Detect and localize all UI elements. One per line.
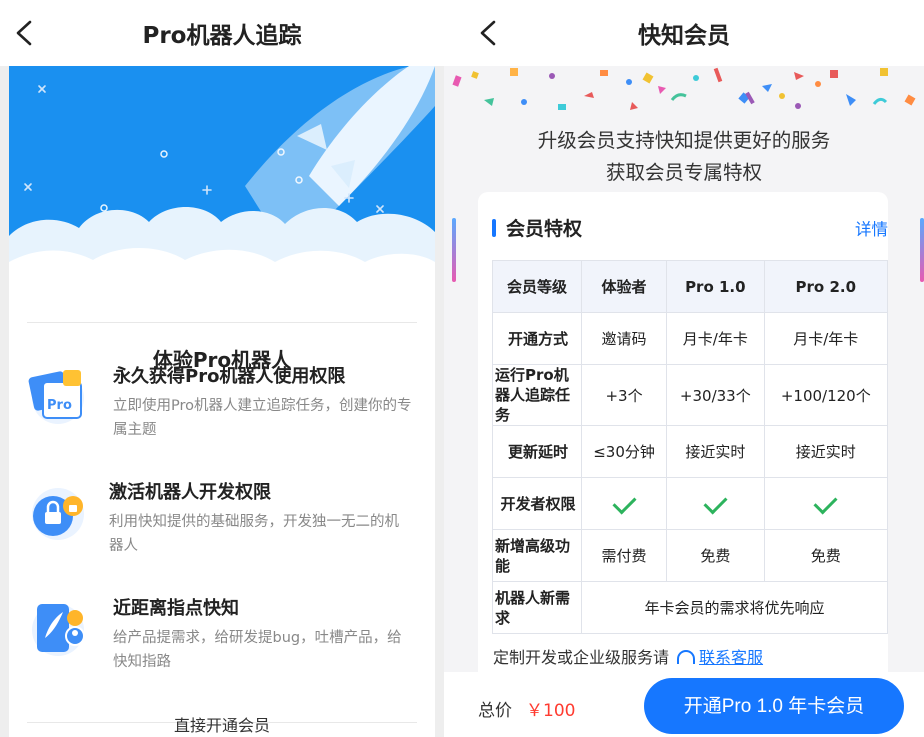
- table-header-cell: Pro 1.0: [666, 260, 765, 313]
- feature-feedback[interactable]: 近距离指点快知 给产品提需求，给研发提bug，吐槽产品，给快知指路: [25, 594, 425, 694]
- total-label: 总价: [478, 701, 512, 721]
- table-row: 机器人新需求 年卡会员的需求将优先响应: [492, 581, 888, 634]
- contact-support-link[interactable]: 联系客服: [699, 648, 763, 667]
- rocket-hero-illustration: [9, 66, 435, 286]
- section-accent-bar: [492, 219, 496, 237]
- table-header-cell: 体验者: [580, 260, 668, 313]
- custom-service-text: 定制开发或企业级服务请: [493, 648, 670, 667]
- table-cell-merged: 年卡会员的需求将优先响应: [581, 581, 888, 634]
- table-header-cell: 会员等级: [492, 260, 582, 313]
- table-cell: ≤30分钟: [580, 425, 668, 478]
- feature-title: 激活机器人开发权限: [109, 482, 271, 503]
- table-row: 更新延时 ≤30分钟 接近实时 接近实时: [492, 425, 889, 478]
- left-navbar: Pro机器人追踪: [0, 0, 444, 66]
- table-row: 运行Pro机器人追踪任务 +3个 +30/33个 +100/120个: [492, 364, 889, 426]
- divider: [27, 322, 417, 323]
- custom-service-line: 定制开发或企业级服务请 联系客服: [493, 644, 763, 668]
- promo-subtitle: 获取会员专属特权: [605, 161, 762, 184]
- table-header-row: 会员等级 体验者 Pro 1.0 Pro 2.0: [492, 260, 889, 313]
- left-screen: Pro机器人追踪 体验Pro机器人 Pro 永久获得Pro机器人使用权限 立即使…: [0, 0, 444, 737]
- check-icon: [703, 489, 728, 515]
- table-cell: +30/33个: [666, 364, 765, 426]
- page-title: 快知会员: [638, 23, 730, 49]
- table-row: 开通方式 邀请码 月卡/年卡 月卡/年卡: [492, 312, 889, 365]
- lock-thumb-icon: [32, 488, 84, 540]
- open-membership-link[interactable]: 直接开通会员: [9, 712, 435, 736]
- right-navbar: 快知会员: [444, 0, 924, 66]
- confetti-decoration: [452, 67, 916, 110]
- row-label: 开发者权限: [492, 477, 582, 530]
- feature-permanent-access[interactable]: Pro 永久获得Pro机器人使用权限 立即使用Pro机器人建立追踪任务，创建你的…: [25, 362, 425, 462]
- check-icon: [612, 489, 637, 515]
- feature-desc: 立即使用Pro机器人建立追踪任务，创建你的专属主题: [113, 398, 412, 438]
- checkout-bar: 总价 ￥100 开通Pro 1.0 年卡会员: [444, 672, 924, 737]
- table-cell: 月卡/年卡: [666, 312, 765, 365]
- table-row: 开发者权限: [492, 477, 889, 530]
- table-cell: +100/120个: [763, 364, 889, 426]
- detail-link[interactable]: 详情: [855, 216, 888, 240]
- phone-feather-icon: [32, 604, 85, 656]
- table-cell: [666, 477, 765, 530]
- carousel-edge-left: [452, 218, 456, 282]
- table-cell: 邀请码: [580, 312, 668, 365]
- table-cell: [763, 477, 889, 530]
- table-cell: +3个: [580, 364, 668, 426]
- table-header-cell: Pro 2.0: [763, 260, 889, 313]
- feature-desc: 给产品提需求，给研发提bug，吐槽产品，给快知指路: [113, 630, 402, 670]
- row-label: 开通方式: [492, 312, 582, 365]
- page-title: Pro机器人追踪: [142, 23, 302, 49]
- svg-text:Pro: Pro: [47, 398, 72, 413]
- check-icon: [813, 489, 838, 515]
- table-cell: 月卡/年卡: [763, 312, 889, 365]
- feature-desc: 利用快知提供的基础服务，开发独一无二的机器人: [109, 514, 399, 554]
- table-cell: 免费: [763, 529, 889, 582]
- privileges-table: 会员等级 体验者 Pro 1.0 Pro 2.0 开通方式 邀请码 月卡/年卡 …: [492, 260, 889, 634]
- table-cell: 需付费: [580, 529, 668, 582]
- table-cell: [580, 477, 668, 530]
- pro-document-icon: Pro: [28, 370, 84, 424]
- table-cell: 免费: [666, 529, 765, 582]
- section-title: 会员特权: [506, 218, 583, 240]
- member-privileges-card: 会员特权 详情 会员等级 体验者 Pro 1.0 Pro 2.0 开通方式 邀请…: [478, 192, 889, 692]
- table-cell: 接近实时: [666, 425, 765, 478]
- pro-robot-card: 体验Pro机器人 Pro 永久获得Pro机器人使用权限 立即使用Pro机器人建立…: [9, 66, 435, 737]
- table-row: 新增高级功能 需付费 免费 免费: [492, 529, 889, 582]
- row-label: 机器人新需求: [492, 581, 582, 634]
- table-cell: 接近实时: [763, 425, 889, 478]
- right-screen: 快知会员 升级会员支持快知提供更好的服务 获取会员专属特权 会员特权 详情 会员…: [444, 0, 924, 737]
- row-label: 更新延时: [492, 425, 582, 478]
- feature-title: 永久获得Pro机器人使用权限: [113, 366, 346, 387]
- feature-title: 近距离指点快知: [113, 598, 239, 619]
- row-label: 运行Pro机器人追踪任务: [492, 364, 582, 426]
- feature-dev-permission[interactable]: 激活机器人开发权限 利用快知提供的基础服务，开发独一无二的机器人: [25, 478, 425, 578]
- row-label: 新增高级功能: [492, 529, 582, 582]
- headset-icon: [677, 650, 696, 664]
- total-price: ￥100: [526, 701, 576, 721]
- promo-subtitle: 升级会员支持快知提供更好的服务: [537, 129, 831, 152]
- open-membership-button[interactable]: 开通Pro 1.0 年卡会员: [644, 678, 904, 734]
- carousel-edge-right: [920, 218, 924, 282]
